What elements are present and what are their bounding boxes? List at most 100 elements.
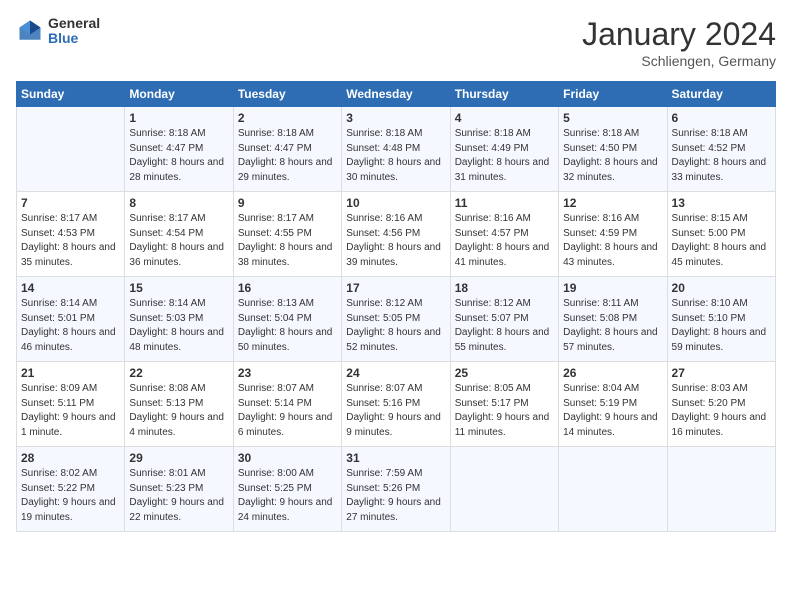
day-number: 25 (455, 366, 554, 380)
calendar-cell: 28 Sunrise: 8:02 AMSunset: 5:22 PMDayligh… (17, 447, 125, 532)
day-detail: Sunrise: 8:00 AMSunset: 5:25 PMDaylight:… (238, 468, 333, 523)
calendar-cell: 13 Sunrise: 8:15 AMSunset: 5:00 PMDayligh… (667, 192, 775, 277)
day-detail: Sunrise: 8:05 AMSunset: 5:17 PMDaylight:… (455, 383, 550, 438)
calendar-week-5: 28 Sunrise: 8:02 AMSunset: 5:22 PMDayligh… (17, 447, 776, 532)
calendar-cell: 1 Sunrise: 8:18 AMSunset: 4:47 PMDaylight… (125, 107, 233, 192)
calendar-cell: 4 Sunrise: 8:18 AMSunset: 4:49 PMDaylight… (450, 107, 558, 192)
header-row: SundayMondayTuesdayWednesdayThursdayFrid… (17, 82, 776, 107)
calendar-cell: 18 Sunrise: 8:12 AMSunset: 5:07 PMDayligh… (450, 277, 558, 362)
day-number: 17 (346, 281, 445, 295)
location-subtitle: Schliengen, Germany (582, 53, 776, 69)
day-detail: Sunrise: 8:18 AMSunset: 4:47 PMDaylight:… (129, 128, 224, 183)
day-detail: Sunrise: 8:16 AMSunset: 4:56 PMDaylight:… (346, 213, 441, 268)
calendar-cell: 21Sunrise: 8:09 AMSunset: 5:11 PMDayligh… (17, 362, 125, 447)
calendar-cell: 27 Sunrise: 8:03 AMSunset: 5:20 PMDayligh… (667, 362, 775, 447)
calendar-cell: 24 Sunrise: 8:07 AMSunset: 5:16 PMDayligh… (342, 362, 450, 447)
day-number: 28 (21, 451, 120, 465)
day-detail: Sunrise: 7:59 AMSunset: 5:26 PMDaylight:… (346, 468, 441, 523)
day-number: 24 (346, 366, 445, 380)
header-cell-sunday: Sunday (17, 82, 125, 107)
header: General Blue January 2024 Schliengen, Ge… (16, 16, 776, 69)
day-detail: Sunrise: 8:02 AMSunset: 5:22 PMDaylight:… (21, 468, 116, 523)
calendar-cell: 17 Sunrise: 8:12 AMSunset: 5:05 PMDayligh… (342, 277, 450, 362)
day-number: 8 (129, 196, 228, 210)
day-number: 23 (238, 366, 337, 380)
day-number: 20 (672, 281, 771, 295)
day-number: 11 (455, 196, 554, 210)
day-detail: Sunrise: 8:16 AMSunset: 4:59 PMDaylight:… (563, 213, 658, 268)
day-number: 5 (563, 111, 662, 125)
calendar-cell (17, 107, 125, 192)
header-cell-tuesday: Tuesday (233, 82, 341, 107)
day-number: 26 (563, 366, 662, 380)
day-number: 16 (238, 281, 337, 295)
calendar-week-1: 1 Sunrise: 8:18 AMSunset: 4:47 PMDaylight… (17, 107, 776, 192)
day-detail: Sunrise: 8:17 AMSunset: 4:54 PMDaylight:… (129, 213, 224, 268)
day-number: 30 (238, 451, 337, 465)
day-number: 18 (455, 281, 554, 295)
calendar-cell: 31 Sunrise: 7:59 AMSunset: 5:26 PMDayligh… (342, 447, 450, 532)
day-detail: Sunrise: 8:07 AMSunset: 5:14 PMDaylight:… (238, 383, 333, 438)
calendar-cell: 8 Sunrise: 8:17 AMSunset: 4:54 PMDaylight… (125, 192, 233, 277)
calendar-cell (450, 447, 558, 532)
calendar-cell: 16 Sunrise: 8:13 AMSunset: 5:04 PMDayligh… (233, 277, 341, 362)
day-number: 6 (672, 111, 771, 125)
calendar-cell: 3 Sunrise: 8:18 AMSunset: 4:48 PMDaylight… (342, 107, 450, 192)
day-number: 14 (21, 281, 120, 295)
day-detail: Sunrise: 8:18 AMSunset: 4:47 PMDaylight:… (238, 128, 333, 183)
day-number: 10 (346, 196, 445, 210)
day-detail: Sunrise: 8:12 AMSunset: 5:07 PMDaylight:… (455, 298, 550, 353)
calendar-cell (559, 447, 667, 532)
day-number: 9 (238, 196, 337, 210)
logo: General Blue (16, 16, 100, 47)
logo-text: General Blue (48, 16, 100, 47)
calendar-cell: 10 Sunrise: 8:16 AMSunset: 4:56 PMDayligh… (342, 192, 450, 277)
day-number: 22 (129, 366, 228, 380)
day-number: 29 (129, 451, 228, 465)
calendar-week-3: 14Sunrise: 8:14 AMSunset: 5:01 PMDayligh… (17, 277, 776, 362)
day-number: 1 (129, 111, 228, 125)
day-number: 2 (238, 111, 337, 125)
calendar-table: SundayMondayTuesdayWednesdayThursdayFrid… (16, 81, 776, 532)
header-cell-friday: Friday (559, 82, 667, 107)
day-detail: Sunrise: 8:18 AMSunset: 4:48 PMDaylight:… (346, 128, 441, 183)
day-number: 15 (129, 281, 228, 295)
calendar-cell: 25 Sunrise: 8:05 AMSunset: 5:17 PMDayligh… (450, 362, 558, 447)
header-cell-monday: Monday (125, 82, 233, 107)
calendar-week-2: 7Sunrise: 8:17 AMSunset: 4:53 PMDaylight… (17, 192, 776, 277)
day-number: 19 (563, 281, 662, 295)
day-detail: Sunrise: 8:18 AMSunset: 4:50 PMDaylight:… (563, 128, 658, 183)
day-number: 12 (563, 196, 662, 210)
day-detail: Sunrise: 8:17 AMSunset: 4:55 PMDaylight:… (238, 213, 333, 268)
title-area: January 2024 Schliengen, Germany (582, 16, 776, 69)
day-number: 3 (346, 111, 445, 125)
day-detail: Sunrise: 8:04 AMSunset: 5:19 PMDaylight:… (563, 383, 658, 438)
day-detail: Sunrise: 8:18 AMSunset: 4:49 PMDaylight:… (455, 128, 550, 183)
day-number: 27 (672, 366, 771, 380)
calendar-cell: 12 Sunrise: 8:16 AMSunset: 4:59 PMDayligh… (559, 192, 667, 277)
calendar-cell: 11 Sunrise: 8:16 AMSunset: 4:57 PMDayligh… (450, 192, 558, 277)
calendar-cell: 14Sunrise: 8:14 AMSunset: 5:01 PMDayligh… (17, 277, 125, 362)
day-detail: Sunrise: 8:13 AMSunset: 5:04 PMDaylight:… (238, 298, 333, 353)
day-number: 31 (346, 451, 445, 465)
calendar-cell: 20Sunrise: 8:10 AMSunset: 5:10 PMDayligh… (667, 277, 775, 362)
month-title: January 2024 (582, 16, 776, 53)
header-cell-thursday: Thursday (450, 82, 558, 107)
day-detail: Sunrise: 8:03 AMSunset: 5:20 PMDaylight:… (672, 383, 767, 438)
day-detail: Sunrise: 8:12 AMSunset: 5:05 PMDaylight:… (346, 298, 441, 353)
day-number: 4 (455, 111, 554, 125)
calendar-cell: 22Sunrise: 8:08 AMSunset: 5:13 PMDayligh… (125, 362, 233, 447)
day-detail: Sunrise: 8:01 AMSunset: 5:23 PMDaylight:… (129, 468, 224, 523)
day-detail: Sunrise: 8:07 AMSunset: 5:16 PMDaylight:… (346, 383, 441, 438)
logo-icon (16, 17, 44, 45)
calendar-week-4: 21Sunrise: 8:09 AMSunset: 5:11 PMDayligh… (17, 362, 776, 447)
calendar-cell: 7Sunrise: 8:17 AMSunset: 4:53 PMDaylight… (17, 192, 125, 277)
header-cell-saturday: Saturday (667, 82, 775, 107)
day-number: 13 (672, 196, 771, 210)
calendar-cell (667, 447, 775, 532)
logo-blue-text: Blue (48, 31, 100, 46)
day-detail: Sunrise: 8:15 AMSunset: 5:00 PMDaylight:… (672, 213, 767, 268)
day-detail: Sunrise: 8:16 AMSunset: 4:57 PMDaylight:… (455, 213, 550, 268)
day-detail: Sunrise: 8:18 AMSunset: 4:52 PMDaylight:… (672, 128, 767, 183)
calendar-cell: 23 Sunrise: 8:07 AMSunset: 5:14 PMDayligh… (233, 362, 341, 447)
